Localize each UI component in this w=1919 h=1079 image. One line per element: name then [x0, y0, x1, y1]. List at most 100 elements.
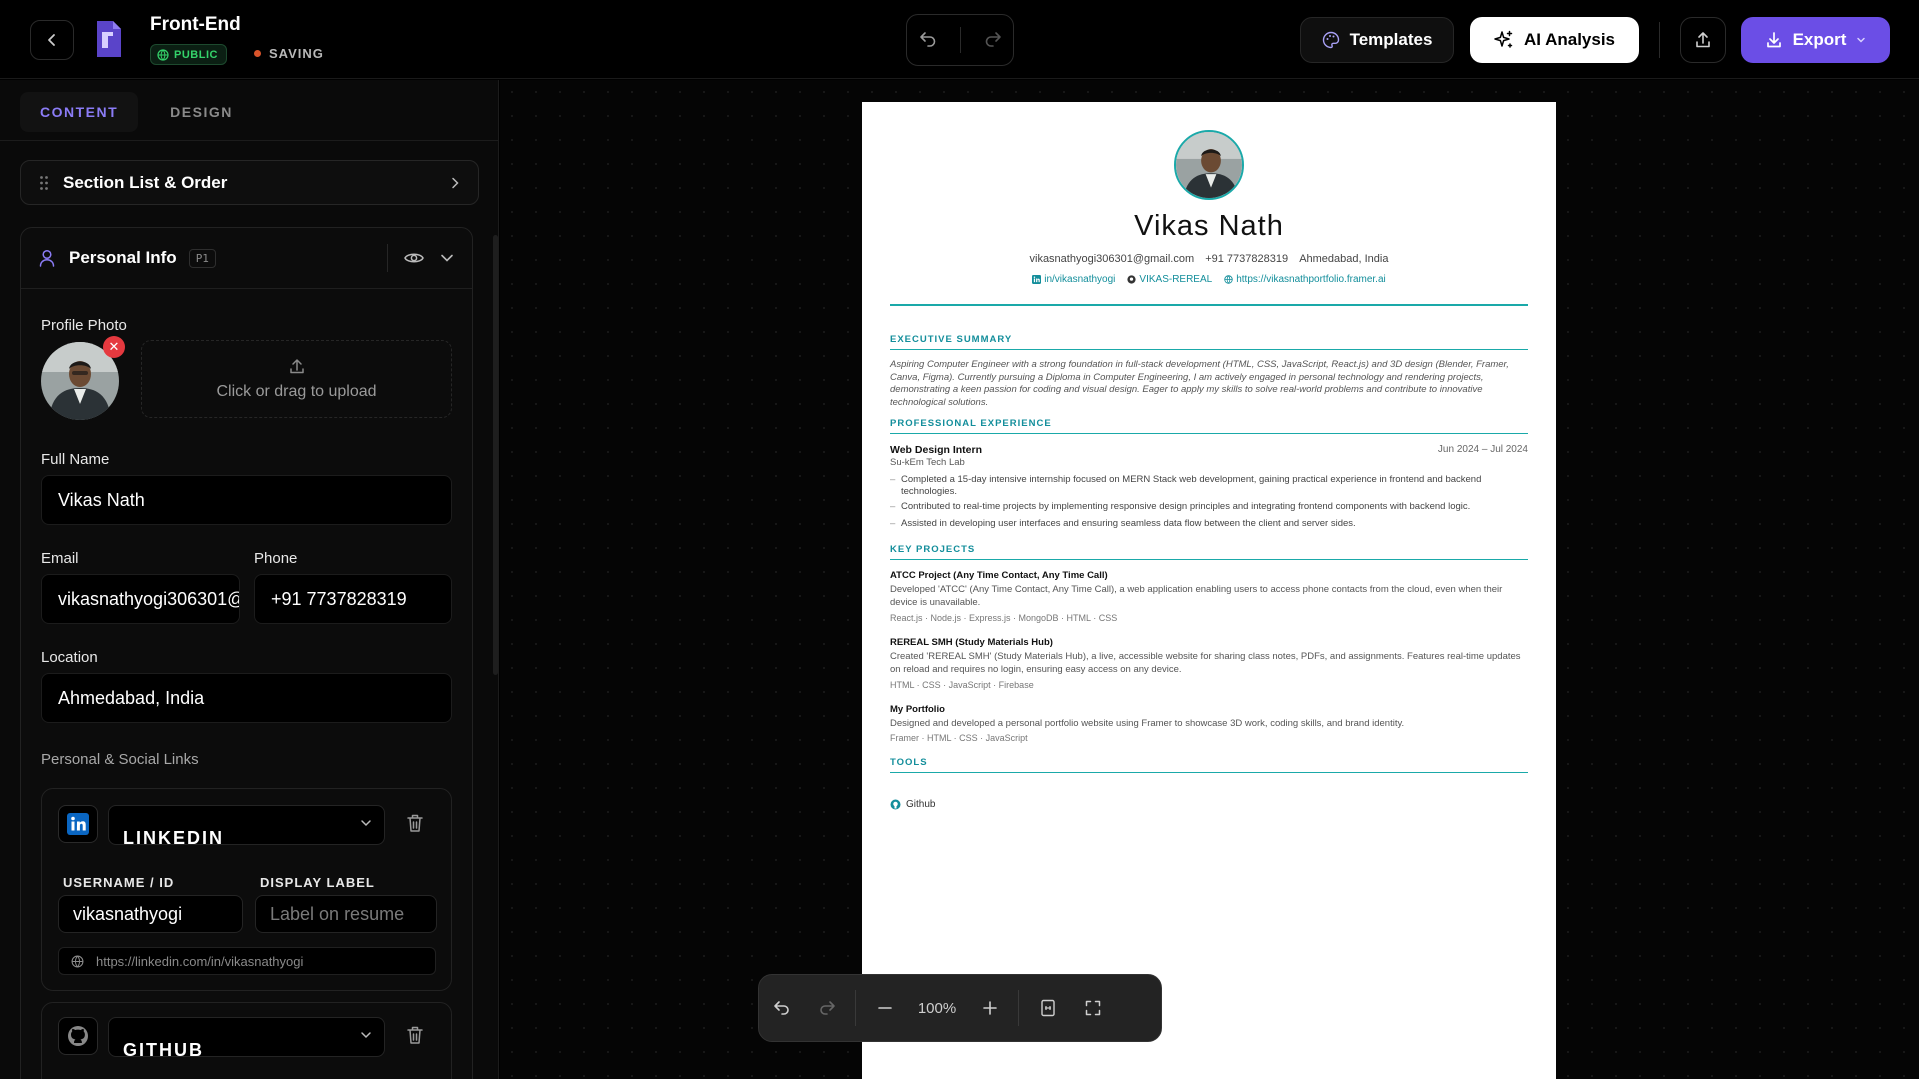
fit-page-button[interactable]: [1025, 999, 1070, 1017]
templates-label: Templates: [1349, 30, 1433, 49]
trash-icon[interactable]: [406, 813, 424, 833]
full-name-label: Full Name: [41, 451, 110, 468]
github-icon: [890, 799, 901, 810]
share-button[interactable]: [1680, 17, 1726, 63]
tab-design[interactable]: DESIGN: [150, 92, 253, 132]
preview-canvas[interactable]: Vikas Nath vikasnathyogi306301@gmail.com…: [500, 80, 1919, 1079]
section-order-label: Section List & Order: [63, 172, 228, 192]
linkedin-icon: [67, 813, 89, 835]
chevron-down-icon[interactable]: [440, 253, 454, 263]
zoom-undo-button[interactable]: [759, 999, 804, 1017]
resume-link-portfolio[interactable]: https://vikasnathportfolio.framer.ai: [1224, 274, 1386, 285]
resume-project-desc: Created 'REREAL SMH' (Study Materials Hu…: [890, 651, 1521, 675]
linkedin-icon: [1032, 275, 1042, 284]
undo-icon: [773, 1001, 789, 1015]
download-icon: [1766, 32, 1781, 48]
resume-job-company: Su-kEm Tech Lab: [890, 457, 965, 468]
resume-project-tags: Framer · HTML · CSS · JavaScript: [890, 733, 1028, 743]
location-label: Location: [41, 649, 98, 666]
zoom-out-button[interactable]: [862, 1000, 907, 1016]
resume-link-github[interactable]: VIKAS-REREAL: [1127, 274, 1212, 285]
resume-location: Ahmedabad, India: [1299, 253, 1389, 265]
resume-job-bullet: Contributed to real-time projects by imp…: [890, 501, 1528, 513]
chevron-left-icon: [48, 34, 55, 46]
personal-info-header[interactable]: Personal Info P1: [21, 228, 472, 289]
undo-icon[interactable]: [919, 31, 937, 49]
save-status-label: SAVING: [269, 46, 324, 61]
save-status: SAVING: [254, 46, 324, 61]
resume-phone: +91 7737828319: [1205, 253, 1289, 265]
top-bar: Front-End PUBLIC SAVING Templates AI Ana…: [0, 0, 1919, 79]
username-input[interactable]: vikasnathyogi: [58, 895, 243, 933]
resume-project-name: My Portfolio: [890, 704, 945, 715]
resume-project-desc: Developed 'ATCC' (Any Time Contact, Any …: [890, 584, 1503, 608]
phone-input[interactable]: +91 7737828319: [254, 574, 452, 624]
resume-link-text: https://vikasnathportfolio.framer.ai: [1236, 274, 1386, 285]
resume-section-projects: KEY PROJECTS: [890, 544, 1528, 560]
fullscreen-button[interactable]: [1070, 1000, 1115, 1016]
location-input[interactable]: Ahmedabad, India: [41, 673, 452, 723]
document-logo-icon: [97, 21, 121, 57]
upload-icon: [289, 359, 304, 374]
plus-icon: [982, 1001, 997, 1015]
zoom-redo-button[interactable]: [804, 999, 849, 1017]
full-name-input[interactable]: Vikas Nath: [41, 475, 452, 525]
palette-icon: [1322, 31, 1339, 49]
resume-page[interactable]: Vikas Nath vikasnathyogi306301@gmail.com…: [862, 102, 1556, 1079]
toolbar-divider: [1659, 22, 1660, 58]
globe-icon: [1224, 275, 1233, 284]
resume-section-tools: TOOLS: [890, 757, 1528, 773]
ai-analysis-button[interactable]: AI Analysis: [1470, 17, 1639, 63]
minus-icon: [877, 1007, 892, 1009]
username-label: USERNAME / ID: [63, 875, 175, 890]
platform-select-value: GITHUB: [123, 1040, 204, 1057]
email-input[interactable]: vikasnathyogi306301@gmail.com: [41, 574, 240, 624]
resume-link-linkedin[interactable]: in/vikasnathyogi: [1032, 274, 1115, 285]
trash-icon[interactable]: [406, 1025, 424, 1045]
export-button[interactable]: Export: [1741, 17, 1890, 63]
user-icon: [39, 249, 55, 267]
tab-content[interactable]: CONTENT: [20, 92, 139, 132]
social-links-label: Personal & Social Links: [41, 751, 199, 768]
globe-icon: [157, 48, 169, 61]
templates-button[interactable]: Templates: [1300, 17, 1454, 63]
zoom-toolbar: 100%: [758, 974, 1162, 1042]
resolved-url: https://linkedin.com/in/vikasnathyogi: [58, 947, 436, 975]
zoom-divider: [1018, 990, 1019, 1026]
platform-select-github[interactable]: GITHUB: [108, 1017, 385, 1057]
platform-select-linkedin[interactable]: LINKEDIN: [108, 805, 385, 845]
resume-project-name: ATCC Project (Any Time Contact, Any Time…: [890, 570, 1108, 581]
phone-label: Phone: [254, 550, 298, 567]
github-icon: [68, 1026, 88, 1046]
document-title[interactable]: Front-End: [150, 14, 241, 36]
display-label-input[interactable]: Label on resume: [255, 895, 437, 933]
github-icon: [1127, 275, 1136, 284]
resume-photo: [1174, 130, 1244, 200]
resume-link-text: in/vikasnathyogi: [1044, 274, 1116, 285]
editor-tabs: CONTENT DESIGN: [20, 92, 253, 132]
photo-upload-dropzone[interactable]: Click or drag to upload: [141, 340, 452, 418]
resume-tool-item: Github: [890, 799, 935, 810]
chevron-right-icon: [452, 177, 459, 188]
resume-name: Vikas Nath: [1134, 210, 1284, 242]
resume-link-text: VIKAS-REREAL: [1139, 274, 1213, 285]
profile-photo[interactable]: ✕: [41, 336, 125, 420]
resume-tool-label: Github: [906, 799, 936, 810]
section-order-button[interactable]: Section List & Order: [20, 160, 479, 205]
resume-job-title: Web Design Intern: [890, 444, 982, 456]
actions-divider: [387, 244, 388, 272]
saving-dot-icon: [254, 50, 261, 57]
visibility-badge[interactable]: PUBLIC: [150, 44, 227, 65]
redo-icon[interactable]: [984, 31, 1002, 49]
panel-scrollbar[interactable]: [493, 235, 498, 675]
ai-analysis-label: AI Analysis: [1523, 30, 1616, 49]
drag-handle-icon: [40, 175, 48, 190]
zoom-divider: [855, 990, 856, 1026]
remove-photo-button[interactable]: ✕: [103, 336, 125, 358]
back-button[interactable]: [30, 20, 74, 60]
zoom-in-button[interactable]: [967, 1000, 1012, 1016]
share-icon: [1696, 32, 1710, 48]
resume-section-summary: EXECUTIVE SUMMARY: [890, 334, 1528, 350]
zoom-level[interactable]: 100%: [907, 1000, 967, 1017]
eye-icon[interactable]: [404, 251, 424, 265]
